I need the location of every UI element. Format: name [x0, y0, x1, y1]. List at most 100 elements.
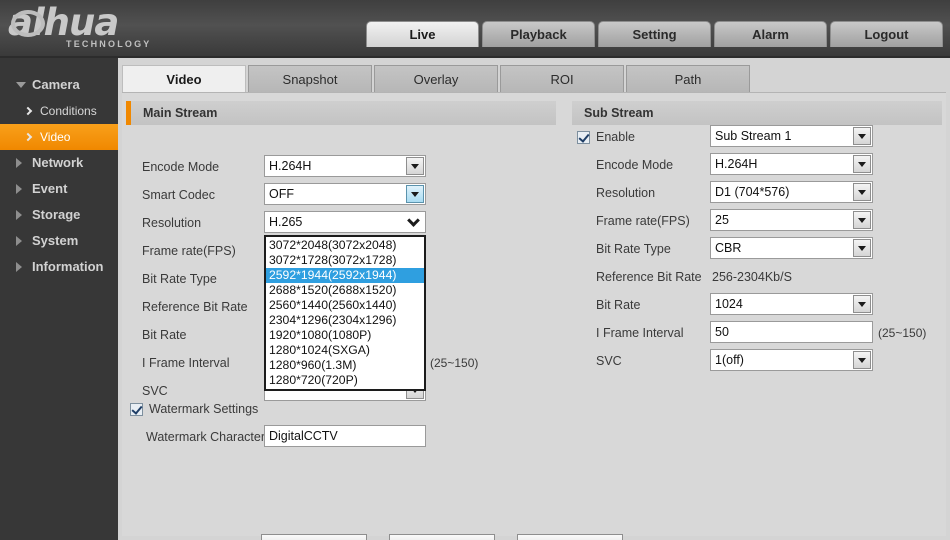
video-settings-panel: Main Stream Encode Mode H.264H Smart Cod…	[122, 92, 946, 536]
chevron-down-icon[interactable]	[853, 351, 871, 369]
dropdown-option[interactable]: 1280*1024(SXGA)	[266, 343, 424, 358]
label-resolution-sub: Resolution	[596, 186, 656, 200]
i-frame-interval-value-sub: 50	[715, 325, 729, 339]
encode-mode-select-sub[interactable]: H.264H	[710, 153, 873, 175]
save-button[interactable]: Save	[517, 534, 623, 540]
bit-rate-type-select-sub[interactable]: CBR	[710, 237, 873, 259]
sidebar-item-information[interactable]: Information	[0, 254, 118, 280]
encode-mode-select-main[interactable]: H.264H	[264, 155, 426, 177]
dropdown-option[interactable]: 2560*1440(2560x1440)	[266, 298, 424, 313]
smart-codec-select[interactable]: OFF	[264, 183, 426, 205]
nav-tab-playback[interactable]: Playback	[482, 21, 595, 47]
logo-oval-icon	[11, 10, 45, 37]
dropdown-option[interactable]: 1920*1080(1080P)	[266, 328, 424, 343]
sidebar-item-label: Camera	[32, 77, 80, 92]
reference-bit-rate-value-sub: 256-2304Kb/S	[712, 270, 792, 284]
dropdown-option[interactable]: 3072*1728(3072x1728)	[266, 253, 424, 268]
chevron-down-icon[interactable]	[853, 239, 871, 257]
nav-tab-setting[interactable]: Setting	[598, 21, 711, 47]
chevron-down-icon[interactable]	[853, 295, 871, 313]
label-reference-bit-rate-sub: Reference Bit Rate	[596, 270, 702, 284]
frame-rate-value-sub: 25	[715, 213, 729, 227]
chevron-down-icon[interactable]	[853, 183, 871, 201]
logo-tagline: TECHNOLOGY	[66, 39, 152, 49]
nav-tab-live[interactable]: Live	[366, 21, 479, 47]
chevron-right-icon	[23, 132, 33, 142]
dropdown-option[interactable]: 1280*720(720P)	[266, 373, 424, 388]
tab-snapshot[interactable]: Snapshot	[248, 65, 372, 93]
bit-rate-type-value-sub: CBR	[715, 241, 742, 255]
sidebar-item-label: Storage	[32, 207, 81, 222]
chevron-down-icon[interactable]	[853, 211, 871, 229]
chevron-down-icon[interactable]	[406, 157, 424, 175]
dropdown-option[interactable]: 3072*2048(3072x2048)	[266, 238, 424, 253]
tab-video[interactable]: Video	[122, 65, 246, 93]
watermark-character-input[interactable]: DigitalCCTV	[264, 425, 426, 447]
dropdown-option[interactable]: 2304*1296(2304x1296)	[266, 313, 424, 328]
label-encode-mode-main: Encode Mode	[142, 160, 220, 174]
sidebar-item-storage[interactable]: Storage	[0, 202, 118, 228]
refresh-button[interactable]: Refresh	[389, 534, 495, 540]
bit-rate-value-sub: 1024	[715, 297, 743, 311]
sidebar-item-camera[interactable]: Camera	[0, 72, 118, 98]
sub-stream-enable-checkbox[interactable]	[577, 131, 590, 144]
nav-tab-alarm[interactable]: Alarm	[714, 21, 827, 47]
nav-tab-logout[interactable]: Logout	[830, 21, 943, 47]
tab-roi[interactable]: ROI	[500, 65, 624, 93]
hint-i-frame-interval-sub: (25~150)	[878, 326, 927, 340]
label-reference-bit-rate-main: Reference Bit Rate	[142, 300, 248, 314]
action-buttons: Default Refresh Save	[261, 534, 623, 540]
chevron-down-icon[interactable]	[853, 127, 871, 145]
sub-stream-select[interactable]: Sub Stream 1	[710, 125, 873, 147]
dropdown-option[interactable]: 2688*1520(2688x1520)	[266, 283, 424, 298]
label-encode-mode-sub: Encode Mode	[596, 158, 674, 172]
resolution-value-main: H.265	[269, 215, 303, 229]
svc-select-sub[interactable]: 1(off)	[710, 349, 873, 371]
tab-path[interactable]: Path	[626, 65, 750, 93]
app-header: alhua TECHNOLOGY Live Playback Setting A…	[0, 0, 950, 58]
chevron-down-icon[interactable]	[853, 155, 871, 173]
video-subtabs: Video Snapshot Overlay ROI Path	[122, 65, 750, 93]
sidebar-item-conditions[interactable]: Conditions	[0, 98, 118, 124]
label-smart-codec: Smart Codec	[142, 188, 215, 202]
label-bit-rate-type-main: Bit Rate Type	[142, 272, 217, 286]
sidebar-item-video[interactable]: Video	[0, 124, 118, 150]
sidebar-item-system[interactable]: System	[0, 228, 118, 254]
label-watermark-character: Watermark Character	[146, 430, 266, 444]
label-frame-rate-sub: Frame rate(FPS)	[596, 214, 690, 228]
sidebar-item-label: Event	[32, 181, 68, 196]
sidebar-nav: Camera Conditions Video Network Event St…	[0, 58, 118, 540]
resolution-value-sub: D1 (704*576)	[715, 185, 790, 199]
triangle-right-icon	[16, 158, 22, 168]
resolution-select-sub[interactable]: D1 (704*576)	[710, 181, 873, 203]
content-area: Video Snapshot Overlay ROI Path Main Str…	[118, 58, 950, 540]
chevron-down-icon[interactable]	[406, 185, 424, 203]
frame-rate-select-sub[interactable]: 25	[710, 209, 873, 231]
sub-stream-select-value: Sub Stream 1	[715, 129, 792, 143]
triangle-right-icon	[16, 262, 22, 272]
sidebar-item-label: Information	[32, 259, 104, 274]
dropdown-option-selected[interactable]: 2592*1944(2592x1944)	[266, 268, 424, 283]
main-stream-header: Main Stream	[126, 101, 556, 125]
watermark-settings-checkbox[interactable]	[130, 403, 143, 416]
label-bit-rate-type-sub: Bit Rate Type	[596, 242, 671, 256]
tab-overlay[interactable]: Overlay	[374, 65, 498, 93]
bit-rate-select-sub[interactable]: 1024	[710, 293, 873, 315]
dahua-logo: alhua TECHNOLOGY	[8, 3, 188, 53]
encode-mode-value-main: H.264H	[269, 159, 312, 173]
label-i-frame-interval-sub: I Frame Interval	[596, 326, 684, 340]
resolution-dropdown-list[interactable]: 3072*2048(3072x2048) 3072*1728(3072x1728…	[264, 235, 426, 391]
resolution-select-main[interactable]: H.265	[264, 211, 426, 233]
sidebar-item-event[interactable]: Event	[0, 176, 118, 202]
sidebar-item-label: Network	[32, 155, 84, 170]
chevron-down-open-icon[interactable]	[407, 214, 420, 227]
hint-i-frame-interval-main: (25~150)	[430, 356, 479, 370]
sidebar-item-network[interactable]: Network	[0, 150, 118, 176]
svc-value-sub: 1(off)	[715, 353, 744, 367]
sidebar-item-label: Conditions	[40, 104, 97, 118]
label-i-frame-interval-main: I Frame Interval	[142, 356, 230, 370]
i-frame-interval-input-sub[interactable]: 50	[710, 321, 873, 343]
default-button[interactable]: Default	[261, 534, 367, 540]
dropdown-option[interactable]: 1280*960(1.3M)	[266, 358, 424, 373]
triangle-down-icon	[16, 82, 26, 88]
